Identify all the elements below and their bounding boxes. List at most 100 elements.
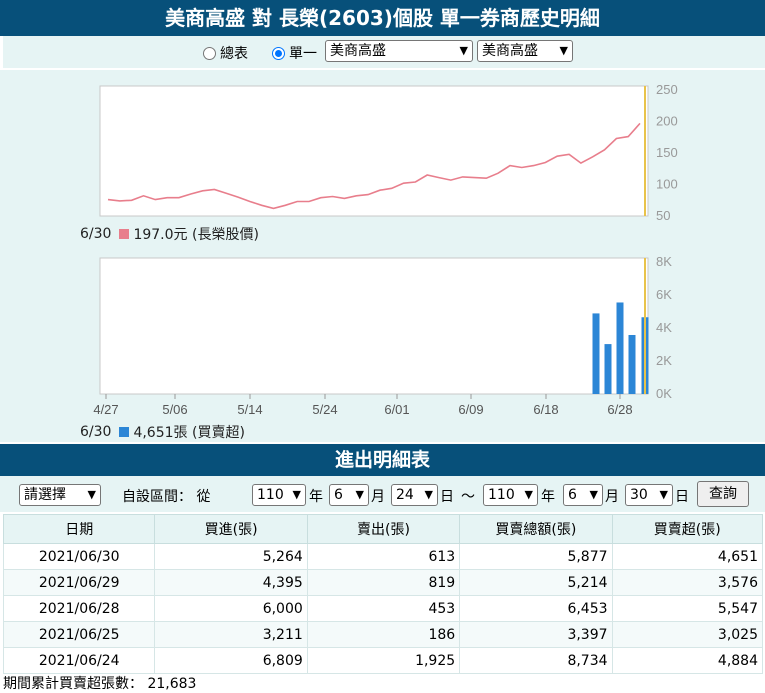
cell-total: 8,734 [459,647,613,674]
branch-select-value: 美商高盛 [482,43,538,59]
volume-y-tick: 6K [656,287,672,302]
volume-y-tick: 2K [656,353,672,368]
preset-select-value: 請選擇 [24,487,66,503]
x-tick-label: 6/18 [533,402,558,417]
price-y-tick: 200 [656,114,678,129]
broker-select[interactable]: 美商高盛 ▼ [325,40,473,62]
cell-net: 5,547 [611,595,764,622]
cell-buy: 3,211 [154,621,308,648]
cell-date: 2021/06/24 [2,647,156,674]
month-unit: 月 [605,489,619,505]
cell-total: 5,214 [459,569,613,596]
cell-date: 2021/06/30 [2,543,156,570]
preset-select[interactable]: 請選擇 ▼ [19,484,101,506]
table-row: 2021/06/28 6,000 453 6,453 5,547 [2,595,764,622]
query-button[interactable]: 查詢 [697,481,749,507]
to-day-select[interactable]: 30 ▼ [625,484,673,506]
x-tick-label: 4/27 [93,402,118,417]
chevron-down-icon: ▼ [355,488,364,501]
radio-total-button[interactable] [203,46,216,60]
chevron-down-icon: ▼ [559,44,568,57]
chevron-down-icon: ▼ [459,44,468,57]
chevron-down-icon: ▼ [589,488,598,501]
from-day-value: 24 [396,487,414,503]
cell-total: 5,877 [459,543,613,570]
cell-date: 2021/06/29 [2,569,156,596]
radio-total[interactable]: 總表 [203,43,248,63]
charts-svg: 250 200 150 100 50 8K 6K 4K 2K 0K 4/27 5/06 5/14 5/24… [93,82,678,417]
year-unit: 年 [309,489,323,505]
x-tick-label: 6/09 [458,402,483,417]
to-month-select[interactable]: 6 ▼ [563,484,603,506]
x-tick-label: 5/24 [312,402,337,417]
cell-date: 2021/06/25 [2,621,156,648]
col-sell: 賣出(張) [306,514,461,544]
table-row: 2021/06/30 5,264 613 5,877 4,651 [2,543,764,570]
price-legend-date: 6/30 [80,226,112,242]
chevron-down-icon: ▼ [424,488,433,501]
day-unit: 日 [440,489,454,505]
year-unit: 年 [541,489,555,505]
cell-date: 2021/06/28 [2,595,156,622]
col-total: 買賣總額(張) [459,514,613,544]
cell-buy: 6,809 [154,647,308,674]
radio-single-button[interactable] [272,46,285,60]
cell-sell: 819 [306,569,461,596]
day-unit: 日 [675,489,689,505]
volume-legend-date: 6/30 [80,424,112,440]
cell-sell: 186 [306,621,461,648]
month-unit: 月 [371,489,385,505]
cell-net: 4,651 [611,543,764,570]
price-y-tick: 100 [656,177,678,192]
cumulative-total: 期間累計買賣超張數： 21,683 [3,673,196,693]
table-row: 2021/06/25 3,211 186 3,397 3,025 [2,621,764,648]
chevron-down-icon: ▼ [659,488,668,501]
table-row: 2021/06/29 4,395 819 5,214 3,576 [2,569,764,596]
chevron-down-icon: ▼ [292,488,301,501]
x-tick-label: 6/28 [607,402,632,417]
cumulative-value: 21,683 [147,676,197,692]
cell-sell: 453 [306,595,461,622]
from-month-value: 6 [334,487,343,503]
branch-select[interactable]: 美商高盛 ▼ [477,40,573,62]
chevron-down-icon: ▼ [87,488,96,501]
cell-total: 6,453 [459,595,613,622]
volume-y-tick: 8K [656,254,672,269]
volume-y-tick: 4K [656,320,672,335]
col-net: 買賣超(張) [611,514,764,544]
from-month-select[interactable]: 6 ▼ [329,484,369,506]
page-title: 美商高盛 對 長榮(2603)個股 單一券商歷史明細 [0,0,765,36]
price-y-tick: 150 [656,145,678,160]
cell-buy: 4,395 [154,569,308,596]
radio-single-label: 單一 [289,46,317,62]
volume-legend-text: 4,651張 (買賣超) [133,425,245,441]
to-year-value: 110 [488,487,515,503]
broker-controls: 總表 單一 美商高盛 ▼ 美商高盛 ▼ [3,36,765,68]
cell-sell: 613 [306,543,461,570]
cell-buy: 6,000 [154,595,308,622]
cell-net: 3,025 [611,621,764,648]
to-day-value: 30 [630,487,648,503]
from-year-value: 110 [257,487,284,503]
volume-legend-swatch [119,427,130,437]
price-legend: 6/30 197.0元 (長榮股價) [80,224,259,244]
radio-single[interactable]: 單一 [272,43,317,63]
volume-bar [628,334,636,394]
price-y-tick: 50 [656,208,670,223]
volume-legend: 6/30 4,651張 (買賣超) [80,422,245,442]
broker-select-value: 美商高盛 [330,43,386,59]
table-header-row: 日期 買進(張) 賣出(張) 買賣總額(張) 買賣超(張) [2,514,764,544]
range-tilde: ～ [461,489,475,505]
from-day-select[interactable]: 24 ▼ [391,484,438,506]
chevron-down-icon: ▼ [524,488,533,501]
cell-net: 3,576 [611,569,764,596]
price-legend-swatch [119,229,130,239]
date-filter: 請選擇 ▼ 自設區間： 從 110 ▼ 年 6 ▼ 月 24 ▼ 日 ～ 110… [0,476,765,512]
range-label: 自設區間： 從 [122,489,211,505]
price-legend-text: 197.0元 (長榮股價) [133,227,259,243]
x-tick-label: 5/14 [237,402,262,417]
from-year-select[interactable]: 110 ▼ [252,484,306,506]
cell-buy: 5,264 [154,543,308,570]
volume-bar [604,344,612,394]
to-year-select[interactable]: 110 ▼ [483,484,538,506]
